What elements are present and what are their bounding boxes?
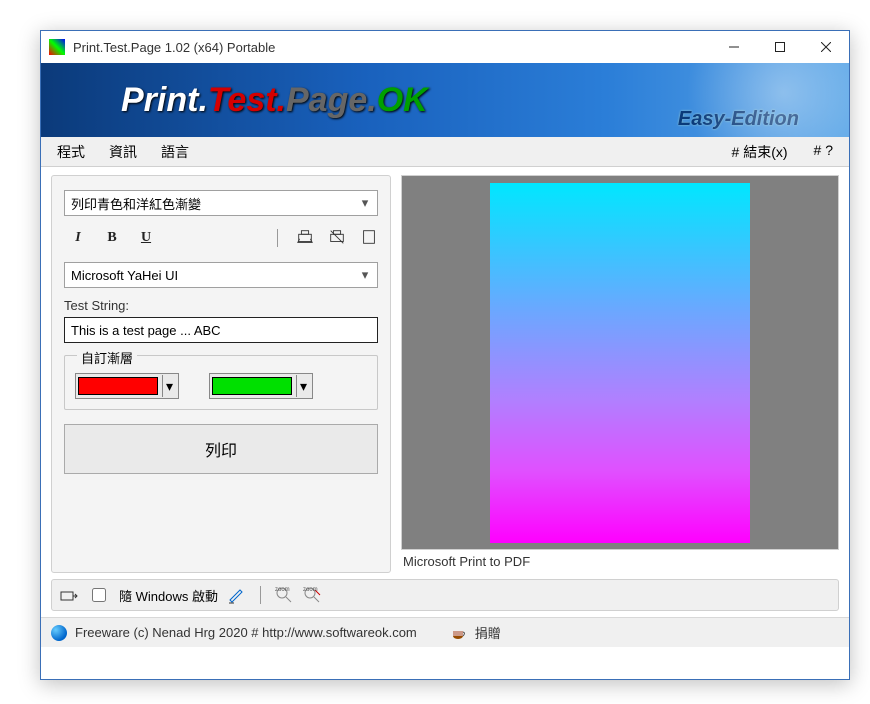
font-value: Microsoft YaHei UI	[71, 268, 178, 283]
banner: Print. Test. Page. OK Easy-Edition	[41, 63, 849, 137]
print-preview-icon[interactable]	[328, 228, 346, 249]
preview-page	[490, 183, 750, 543]
banner-text-print: Print.	[121, 81, 208, 120]
chevron-down-icon: ▾	[162, 375, 176, 397]
banner-edition: Easy-Edition	[678, 108, 799, 131]
menu-exit[interactable]: # 結束(x)	[722, 139, 798, 165]
separator	[260, 586, 261, 604]
maximize-button[interactable]	[757, 31, 803, 63]
menu-program[interactable]: 程式	[47, 139, 95, 165]
tray-icon[interactable]	[60, 586, 78, 604]
donate-icon	[451, 625, 467, 641]
preview-area	[401, 175, 839, 550]
font-combo[interactable]: Microsoft YaHei UI ▾	[64, 262, 378, 288]
gradient-label: 自訂漸層	[77, 348, 137, 367]
format-toolbar: I B U	[64, 226, 378, 250]
menu-info[interactable]: 資訊	[99, 139, 147, 165]
print-button-label: 列印	[205, 437, 237, 461]
color1-swatch	[78, 377, 158, 395]
print-setup-icon[interactable]	[296, 228, 314, 249]
controls-panel: 列印青色和洋紅色漸變 ▾ I B U Micros	[51, 175, 391, 573]
svg-text:zoom: zoom	[275, 587, 290, 593]
page-icon[interactable]	[360, 228, 378, 249]
titlebar: Print.Test.Page 1.02 (x64) Portable	[41, 31, 849, 63]
autostart-checkbox[interactable]	[92, 588, 106, 602]
zoom-in-icon[interactable]: zoom	[275, 586, 293, 604]
chevron-down-icon: ▾	[357, 267, 373, 283]
underline-button[interactable]: U	[136, 228, 156, 248]
bold-button[interactable]: B	[102, 228, 122, 248]
minimize-button[interactable]	[711, 31, 757, 63]
chevron-down-icon: ▾	[357, 195, 373, 211]
chevron-down-icon: ▾	[296, 375, 310, 397]
print-mode-value: 列印青色和洋紅色漸變	[71, 194, 201, 213]
test-string-label: Test String:	[64, 298, 378, 313]
banner-text-test: Test.	[208, 81, 286, 120]
zoom-out-icon[interactable]: zoom	[303, 586, 321, 604]
banner-text-ok: OK	[377, 81, 428, 120]
globe-icon	[51, 625, 67, 641]
content-area: 列印青色和洋紅色漸變 ▾ I B U Micros	[41, 167, 849, 577]
color1-picker[interactable]: ▾	[75, 373, 179, 399]
print-mode-combo[interactable]: 列印青色和洋紅色漸變 ▾	[64, 190, 378, 216]
donate-link[interactable]: 捐贈	[475, 623, 501, 642]
menu-help[interactable]: # ?	[804, 139, 843, 165]
bottom-toolbar: 隨 Windows 啟動 zoom zoom	[51, 579, 839, 611]
banner-text-page: Page.	[286, 81, 377, 120]
print-button[interactable]: 列印	[64, 424, 378, 474]
menubar: 程式 資訊 語言 # 結束(x) # ?	[41, 137, 849, 167]
custom-gradient-group: 自訂漸層 ▾ ▾	[64, 355, 378, 410]
edit-icon[interactable]	[228, 586, 246, 604]
app-icon	[49, 39, 65, 55]
status-text[interactable]: Freeware (c) Nenad Hrg 2020 # http://www…	[75, 625, 417, 640]
svg-text:zoom: zoom	[303, 587, 318, 593]
color2-picker[interactable]: ▾	[209, 373, 313, 399]
window-title: Print.Test.Page 1.02 (x64) Portable	[73, 40, 711, 55]
italic-button[interactable]: I	[68, 228, 88, 248]
app-window: Print.Test.Page 1.02 (x64) Portable Prin…	[40, 30, 850, 680]
printer-name: Microsoft Print to PDF	[401, 550, 839, 573]
separator	[277, 229, 278, 247]
autostart-label: 隨 Windows 啟動	[119, 586, 218, 605]
preview-panel: Microsoft Print to PDF	[401, 175, 839, 573]
menu-language[interactable]: 語言	[151, 139, 199, 165]
close-button[interactable]	[803, 31, 849, 63]
statusbar: Freeware (c) Nenad Hrg 2020 # http://www…	[41, 617, 849, 647]
color2-swatch	[212, 377, 292, 395]
test-string-input[interactable]	[64, 317, 378, 343]
